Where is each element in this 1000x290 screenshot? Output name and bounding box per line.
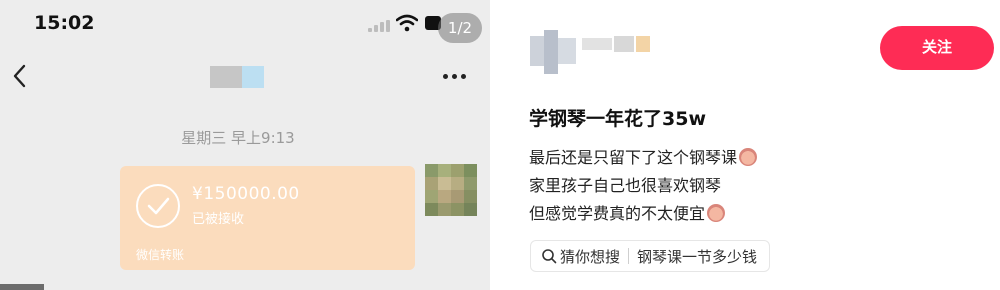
search-icon <box>542 249 557 264</box>
author-name-blurred[interactable] <box>582 34 652 54</box>
search-suggestion-query: 钢琴课一节多少钱 <box>637 247 758 266</box>
next-message-edge <box>0 284 44 290</box>
transfer-source-label: 微信转账 <box>136 248 185 262</box>
post-body: 最后还是只留下了这个钢琴课 家里孩子自己也很喜欢钢琴 但感觉学费真的不太便宜 <box>529 144 758 228</box>
status-bar: 15:02 1/2 <box>0 0 490 48</box>
post-body-line: 家里孩子自己也很喜欢钢琴 <box>529 176 722 195</box>
post-body-line: 最后还是只留下了这个钢琴课 <box>529 144 758 172</box>
search-suggestion-prefix: 猜你想搜 <box>560 247 621 266</box>
status-time: 15:02 <box>34 12 95 34</box>
tag-divider <box>628 248 630 264</box>
sender-avatar-blurred[interactable] <box>425 164 477 216</box>
chat-screenshot: 15:02 1/2 星期三 早上9:13 ¥150000.00 已被接收 微信转… <box>0 0 490 290</box>
pig-face-emoji-icon <box>739 148 758 166</box>
chat-timestamp: 星期三 早上9:13 <box>181 129 295 147</box>
search-suggestion-tag[interactable]: 猜你想搜 钢琴课一节多少钱 <box>530 240 771 272</box>
transfer-message-card[interactable]: ¥150000.00 已被接收 微信转账 <box>120 166 415 270</box>
pig-face-emoji-icon <box>707 204 726 222</box>
chat-contact-name-blurred <box>210 66 264 88</box>
author-info[interactable] <box>526 22 666 78</box>
check-circle-icon <box>136 184 180 228</box>
chat-nav-bar <box>0 50 490 104</box>
post-title: 学钢琴一年花了35w <box>529 108 706 130</box>
transfer-amount: ¥150000.00 <box>192 184 300 204</box>
transfer-status: 已被接收 <box>192 212 245 227</box>
follow-button[interactable]: 关注 <box>880 26 994 70</box>
post-body-line: 但感觉学费真的不太便宜 <box>529 200 757 228</box>
screen: 15:02 1/2 星期三 早上9:13 ¥150000.00 已被接收 微信转… <box>0 0 1000 290</box>
back-chevron-icon[interactable] <box>10 62 30 90</box>
signal-icon <box>368 20 390 32</box>
more-options-icon[interactable] <box>440 66 468 86</box>
page-indicator[interactable]: 1/2 <box>438 13 482 43</box>
author-avatar-blurred[interactable] <box>530 30 576 74</box>
wifi-icon <box>396 14 418 32</box>
